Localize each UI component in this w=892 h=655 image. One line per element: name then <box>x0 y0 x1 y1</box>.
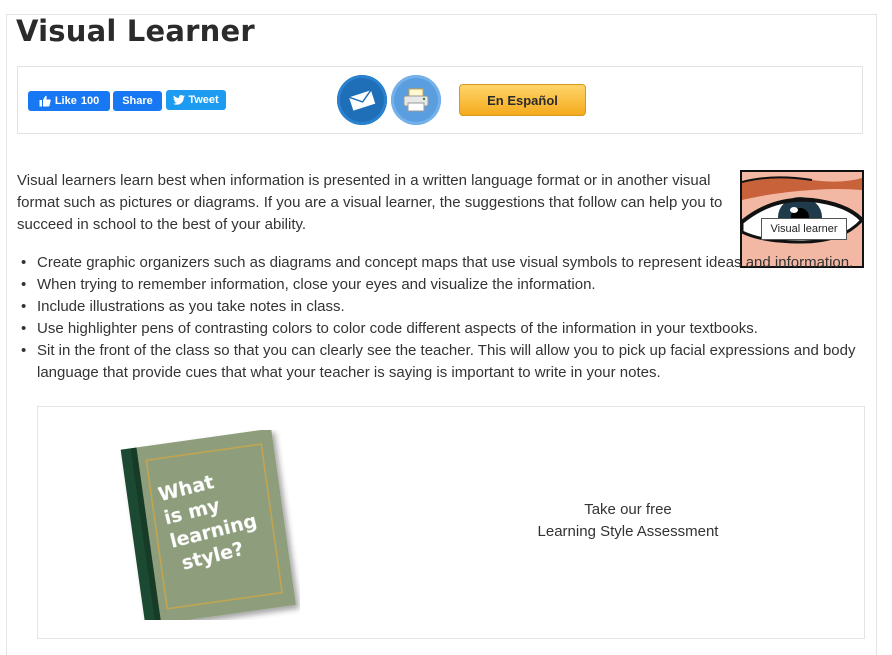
page-title: Visual Learner <box>16 14 255 48</box>
cta-line1: Take our free <box>584 501 672 518</box>
cta-line2: Learning Style Assessment <box>537 523 719 540</box>
share-bar: Like 100 Share Tweet En Español <box>17 66 863 134</box>
assessment-link[interactable]: Take our free Learning Style Assessment <box>518 499 738 543</box>
email-button[interactable] <box>337 75 387 125</box>
thumbs-up-icon <box>39 95 51 107</box>
intro-paragraph: Visual learners learn best when informat… <box>17 172 723 233</box>
tweet-button[interactable]: Tweet <box>166 90 226 110</box>
tips-list: Create graphic organizers such as diagra… <box>21 252 867 384</box>
like-count: 100 <box>80 95 100 107</box>
like-label: Like <box>54 95 77 107</box>
twitter-bird-icon <box>173 95 186 105</box>
list-item: When trying to remember information, clo… <box>21 274 867 296</box>
list-item: Sit in the front of the class so that yo… <box>21 340 867 384</box>
email-icon <box>347 89 377 112</box>
list-item: Include illustrations as you take notes … <box>21 296 867 318</box>
print-icon <box>403 88 429 112</box>
facebook-like-button[interactable]: Like 100 <box>28 91 110 111</box>
tweet-label: Tweet <box>188 94 219 106</box>
espanol-button[interactable]: En Español <box>459 84 586 116</box>
list-item: Use highlighter pens of contrasting colo… <box>21 318 867 340</box>
learning-style-book-image[interactable]: What is my learning style? <box>120 430 300 620</box>
share-label: Share <box>122 95 153 107</box>
image-tooltip: Visual learner <box>761 218 847 240</box>
print-button[interactable] <box>391 75 441 125</box>
list-item: Create graphic organizers such as diagra… <box>21 252 867 274</box>
facebook-share-button[interactable]: Share <box>113 91 162 111</box>
